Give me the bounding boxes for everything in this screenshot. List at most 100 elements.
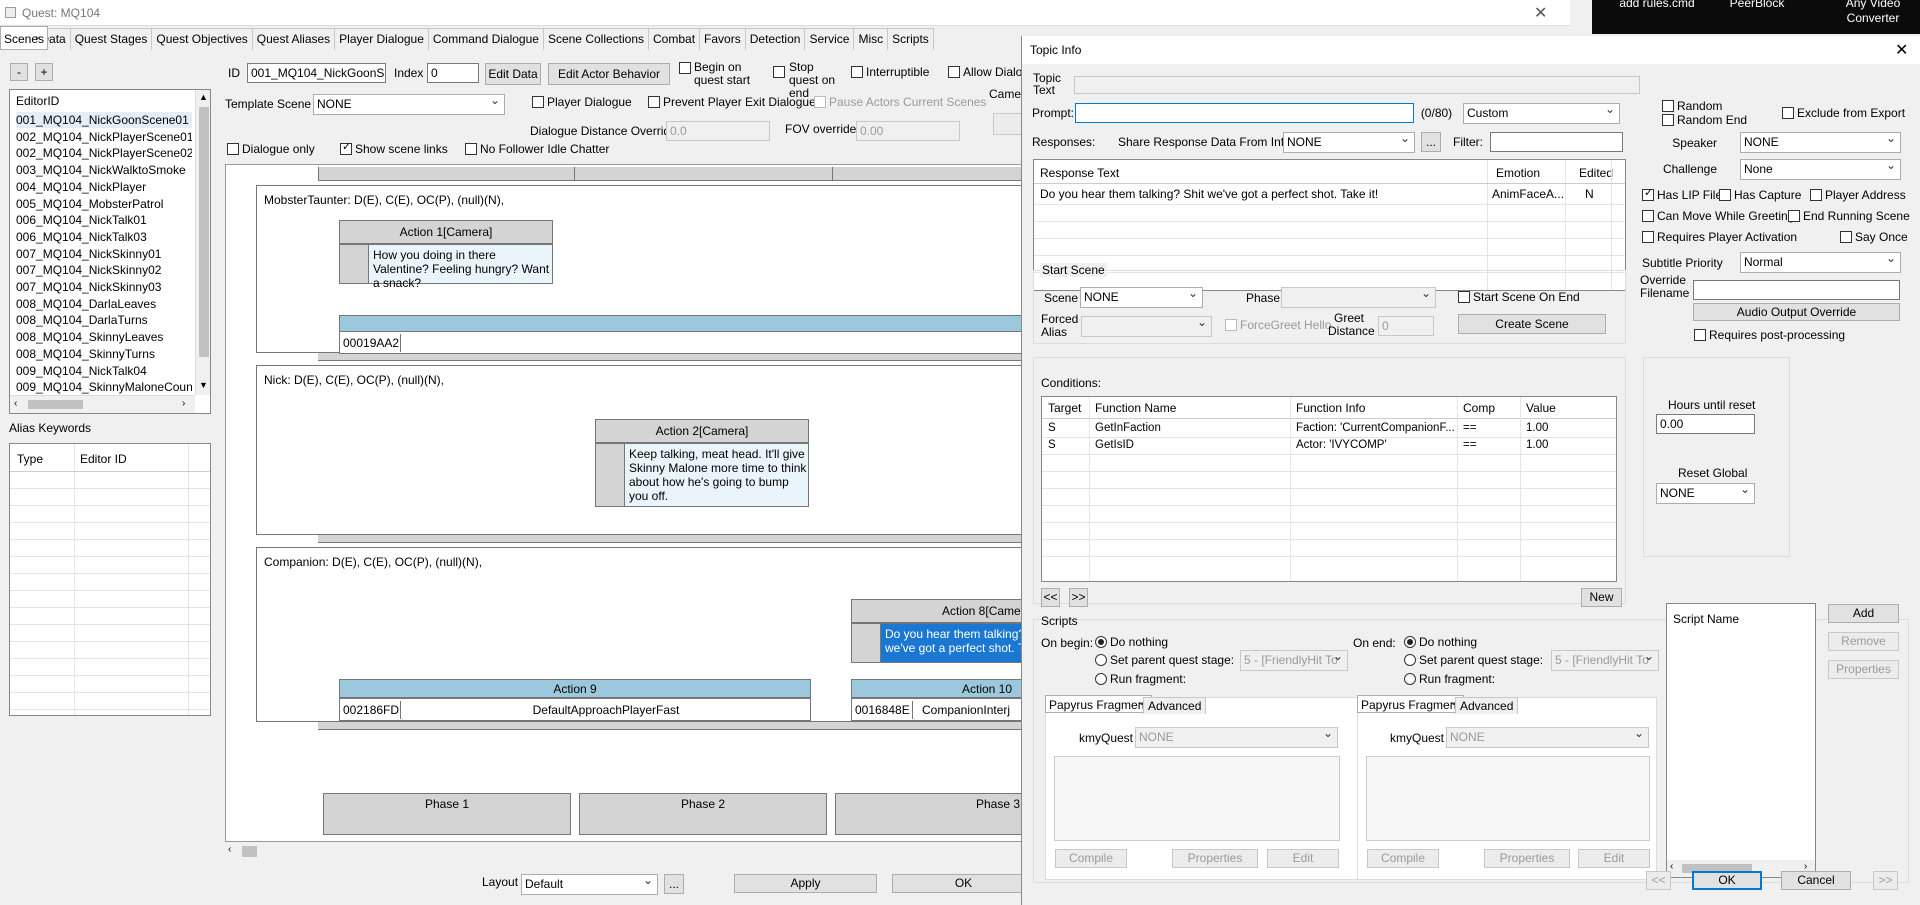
script-name-header[interactable]: Script Name	[1673, 612, 1739, 626]
action-8-header[interactable]: Action 8[Camera]	[851, 599, 1024, 623]
scene-list-item[interactable]: 008_MQ104_DarlaLeaves	[16, 296, 192, 312]
filter-field[interactable]	[1490, 132, 1623, 152]
can-move-checkbox[interactable]: Can Move While Greeting	[1642, 210, 1794, 223]
phase-2[interactable]: Phase 2	[579, 793, 827, 835]
taskbar-item-peerblock[interactable]: PeerBlock	[1722, 0, 1792, 10]
camera-button[interactable]	[993, 113, 1023, 135]
begin-edit-button[interactable]: Edit	[1267, 849, 1339, 868]
share-response-select[interactable]: NONE	[1283, 132, 1415, 153]
script-properties-button[interactable]: Properties	[1828, 660, 1899, 679]
layout-select[interactable]: Default	[521, 874, 658, 895]
tab-scenes[interactable]: Scenes	[0, 26, 49, 50]
scene-list-hscroll[interactable]: ‹ ›	[10, 395, 195, 413]
topic-text-field[interactable]	[1074, 76, 1640, 94]
player-dialogue-checkbox[interactable]: Player Dialogue	[532, 96, 632, 109]
script-name-list[interactable]: Script Name ‹ ›	[1666, 603, 1816, 878]
condition-row[interactable]: S GetInFaction Faction: 'CurrentCompanionF…	[1042, 421, 1616, 437]
no-follower-chatter-checkbox[interactable]: No Follower Idle Chatter	[465, 143, 609, 156]
edit-data-button[interactable]: Edit Data	[485, 63, 541, 85]
pause-actors-checkbox[interactable]: Pause Actors Current Scenes	[814, 96, 986, 109]
resp-col-text[interactable]: Response Text	[1040, 166, 1119, 180]
scene-list-item[interactable]: 004_MQ104_NickPlayer	[16, 179, 192, 195]
end-stage-select[interactable]: 5 - [FriendlyHit To	[1551, 650, 1659, 671]
conditions-prev-button[interactable]: <<	[1041, 588, 1060, 607]
add-script-button[interactable]: Add	[1828, 604, 1899, 623]
prevent-exit-checkbox[interactable]: Prevent Player Exit Dialogue	[648, 96, 816, 109]
override-filename-field[interactable]	[1693, 280, 1900, 300]
tab-service[interactable]: Service	[804, 28, 855, 50]
response-row[interactable]: Do you hear them talking? Shit we've got…	[1034, 186, 1625, 202]
end-papyrus-tab[interactable]: Papyrus Fragment	[1357, 695, 1464, 713]
action-9-header[interactable]: Action 9	[339, 679, 811, 698]
edit-actor-behavior-button[interactable]: Edit Actor Behavior	[548, 63, 670, 85]
footer-next-button[interactable]: >>	[1873, 871, 1898, 890]
cond-col-target[interactable]: Target	[1048, 401, 1081, 415]
share-dots-button[interactable]: ...	[1421, 132, 1441, 152]
dialogue-only-checkbox[interactable]: Dialogue only	[227, 143, 315, 156]
scene-list-item[interactable]: 006_MQ104_NickTalk01	[16, 212, 192, 228]
requires-post-processing-checkbox[interactable]: Requires post-processing	[1694, 329, 1845, 342]
action-8-body[interactable]: Do you hear them talking? Shit we've got…	[851, 623, 1024, 663]
begin-set-stage-radio[interactable]: Set parent quest stage:	[1095, 653, 1234, 667]
close-icon[interactable]: ✕	[1895, 40, 1908, 60]
end-fragment-text[interactable]	[1366, 756, 1650, 841]
end-set-stage-radio[interactable]: Set parent quest stage:	[1404, 653, 1543, 667]
show-scene-links-checkbox[interactable]: Show scene links	[340, 141, 448, 156]
package-row[interactable]: 00019AA2	[339, 331, 1024, 354]
has-capture-checkbox[interactable]: Has Capture	[1719, 189, 1801, 202]
scene-list-item[interactable]: 006_MQ104_NickTalk03	[16, 229, 192, 245]
scene-list-item[interactable]: 008_MQ104_DarlaTurns	[16, 312, 192, 328]
scene-select[interactable]: NONE	[1080, 287, 1203, 308]
begin-run-fragment-radio[interactable]: Run fragment:	[1095, 672, 1186, 686]
create-scene-button[interactable]: Create Scene	[1458, 314, 1606, 334]
action-2-body[interactable]: Keep talking, meat head. It'll give Skin…	[595, 443, 809, 507]
tab-scene-collections[interactable]: Scene Collections	[542, 28, 650, 50]
scene-list-item[interactable]: 009_MQ104_SkinnyMaloneCountdow	[16, 379, 192, 395]
hours-until-reset-field[interactable]: 0.00	[1656, 414, 1755, 434]
action-10-header[interactable]: Action 10	[851, 679, 1024, 698]
cond-col-value[interactable]: Value	[1526, 401, 1556, 415]
scene-list-item[interactable]: 001_MQ104_NickGoonScene01	[16, 112, 192, 128]
scene-list-item[interactable]: 002_MQ104_NickPlayerScene01	[16, 129, 192, 145]
begin-properties-button[interactable]: Properties	[1172, 849, 1258, 868]
tab-scripts[interactable]: Scripts	[887, 28, 934, 50]
interruptible-checkbox[interactable]: Interruptible	[851, 66, 929, 79]
random-checkbox[interactable]: Random	[1662, 100, 1722, 113]
footer-prev-button[interactable]: <<	[1646, 871, 1671, 890]
scene-id-field[interactable]: 001_MQ104_NickGoonScei	[247, 63, 386, 83]
begin-stage-select[interactable]: 5 - [FriendlyHit To	[1240, 650, 1348, 671]
say-once-checkbox[interactable]: Say Once	[1840, 231, 1908, 244]
reset-global-select[interactable]: NONE	[1656, 483, 1755, 504]
cond-col-comp[interactable]: Comp	[1463, 401, 1495, 415]
condition-row[interactable]: SGetIsIDActor: 'IVYCOMP'==1.00AND	[1042, 438, 1616, 454]
action-10-row[interactable]: 0016848E CompanionInterj	[851, 698, 1024, 721]
prompt-type-select[interactable]: Custom	[1463, 103, 1620, 124]
expand-button[interactable]: +	[35, 63, 53, 81]
phase-1[interactable]: Phase 1	[323, 793, 571, 835]
tab-quest-stages[interactable]: Quest Stages	[69, 28, 153, 50]
scene-list-item[interactable]: 003_MQ104_NickWalktoSmoke	[16, 162, 192, 178]
end-running-scene-checkbox[interactable]: End Running Scene	[1788, 210, 1910, 223]
end-advanced-tab[interactable]: Advanced	[1455, 697, 1519, 714]
dialog-cancel-button[interactable]: Cancel	[1781, 871, 1851, 890]
random-end-checkbox[interactable]: Random End	[1662, 114, 1747, 127]
tab-favors[interactable]: Favors	[699, 28, 746, 50]
scene-list-header[interactable]: EditorID	[16, 94, 59, 108]
audio-output-override-button[interactable]: Audio Output Override	[1693, 303, 1900, 321]
tab-combat[interactable]: Combat	[648, 28, 701, 50]
challenge-select[interactable]: None	[1740, 159, 1901, 180]
begin-on-quest-start-checkbox[interactable]	[679, 62, 694, 75]
greet-distance-field[interactable]: 0	[1378, 316, 1434, 336]
dialog-ok-button[interactable]: OK	[1692, 871, 1762, 890]
tab-detection[interactable]: Detection	[744, 28, 806, 50]
begin-do-nothing-radio[interactable]: Do nothing	[1095, 635, 1168, 649]
alias-keywords-list[interactable]: Type Editor ID	[9, 443, 211, 716]
start-scene-on-end-checkbox[interactable]: Start Scene On End	[1458, 291, 1580, 304]
layout-dots-button[interactable]: ...	[664, 874, 684, 894]
scene-editor-canvas[interactable]: MobsterTaunter: D(E), C(E), OC(P), (null…	[225, 164, 1025, 842]
begin-fragment-text[interactable]	[1054, 756, 1340, 841]
begin-kmyquest-select[interactable]: NONE	[1135, 727, 1338, 748]
alias-col-type[interactable]: Type	[17, 452, 43, 466]
tab-quest-aliases[interactable]: Quest Aliases	[251, 28, 336, 50]
scene-list-vscroll[interactable]: ▲ ▼	[195, 90, 210, 395]
